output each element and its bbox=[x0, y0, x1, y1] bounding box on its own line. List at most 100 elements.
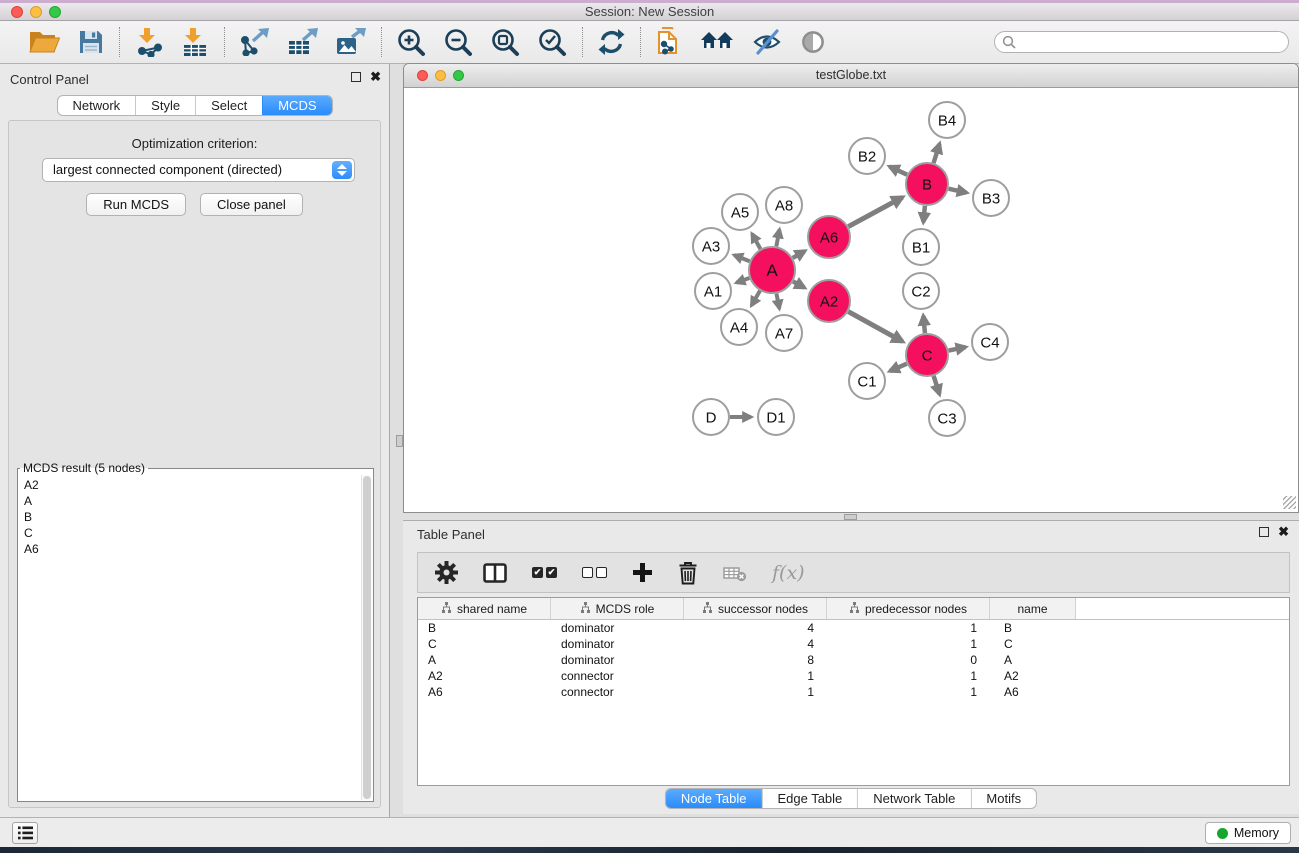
open-session-icon[interactable] bbox=[29, 29, 60, 55]
node-C3[interactable]: C3 bbox=[929, 400, 965, 436]
memory-button[interactable]: Memory bbox=[1205, 822, 1291, 844]
export-network-icon[interactable] bbox=[240, 28, 270, 56]
zoom-out-icon[interactable] bbox=[444, 28, 473, 57]
delete-table-icon[interactable] bbox=[723, 564, 747, 582]
criterion-select[interactable]: largest connected component (directed) bbox=[42, 158, 355, 182]
tab-select[interactable]: Select bbox=[195, 96, 262, 115]
edge-A-A1[interactable] bbox=[737, 278, 750, 283]
edge-C-C1[interactable] bbox=[890, 364, 907, 371]
node-C2[interactable]: C2 bbox=[903, 273, 939, 309]
first-neighbors-icon[interactable] bbox=[700, 31, 734, 54]
resize-grip[interactable] bbox=[1283, 496, 1296, 509]
node-D1[interactable]: D1 bbox=[758, 399, 794, 435]
refresh-icon[interactable] bbox=[598, 28, 625, 56]
search-input[interactable] bbox=[994, 31, 1289, 53]
node-B1[interactable]: B1 bbox=[903, 229, 939, 265]
node-A1[interactable]: A1 bbox=[695, 273, 731, 309]
close-panel-icon[interactable]: ✖ bbox=[370, 72, 381, 82]
table-tab-edge-table[interactable]: Edge Table bbox=[761, 789, 857, 808]
edge-B-B4[interactable] bbox=[934, 144, 940, 163]
node-A4[interactable]: A4 bbox=[721, 309, 757, 345]
save-session-icon[interactable] bbox=[78, 29, 104, 55]
import-network-icon[interactable] bbox=[135, 28, 163, 57]
tab-mcds[interactable]: MCDS bbox=[262, 96, 331, 115]
zoom-window-button[interactable] bbox=[49, 6, 61, 18]
close-window-button[interactable] bbox=[11, 6, 23, 18]
edge-B-B2[interactable] bbox=[890, 167, 907, 175]
edge-B-B1[interactable] bbox=[923, 206, 925, 222]
vertical-splitter-handle[interactable] bbox=[396, 435, 403, 447]
network-zoom-button[interactable] bbox=[453, 70, 464, 81]
delete-column-trash-icon[interactable] bbox=[678, 561, 698, 585]
table-row[interactable]: Bdominator41B bbox=[418, 620, 1289, 636]
node-A3[interactable]: A3 bbox=[693, 228, 729, 264]
node-B4[interactable]: B4 bbox=[929, 102, 965, 138]
mcds-result-list[interactable]: A2ABCA6 bbox=[19, 475, 361, 800]
edge-A-A3[interactable] bbox=[734, 255, 749, 261]
network-window-titlebar[interactable]: testGlobe.txt bbox=[404, 64, 1298, 88]
tab-style[interactable]: Style bbox=[135, 96, 195, 115]
deselect-all-icon[interactable] bbox=[582, 567, 607, 578]
table-tab-node-table[interactable]: Node Table bbox=[666, 789, 762, 808]
export-image-icon[interactable] bbox=[336, 28, 366, 56]
edge-A-A5[interactable] bbox=[752, 234, 760, 249]
network-canvas[interactable]: A A1 A3A5A8A6 A2 A4A7 B B2 B4 B3 B1 C C2 C1 C4 C3 D D1 bbox=[404, 88, 1298, 511]
edge-B-B3[interactable] bbox=[948, 189, 966, 193]
edge-A-A2[interactable] bbox=[793, 281, 804, 287]
new-network-from-selection-icon[interactable] bbox=[656, 27, 682, 58]
node-D[interactable]: D bbox=[693, 399, 729, 435]
table-row[interactable]: A2connector11A2 bbox=[418, 668, 1289, 684]
zoom-fit-icon[interactable] bbox=[491, 28, 520, 57]
node-A8[interactable]: A8 bbox=[766, 187, 802, 223]
mcds-list-scrollbar[interactable] bbox=[361, 475, 372, 800]
edge-A-A8[interactable] bbox=[776, 230, 779, 247]
node-B3[interactable]: B3 bbox=[973, 180, 1009, 216]
table-row[interactable]: A6connector11A6 bbox=[418, 684, 1289, 700]
show-columns-icon[interactable] bbox=[483, 563, 507, 583]
float-panel-icon[interactable] bbox=[351, 72, 361, 82]
float-table-panel-icon[interactable] bbox=[1259, 527, 1269, 537]
edge-A6-B[interactable] bbox=[848, 197, 902, 226]
task-history-button[interactable] bbox=[12, 822, 38, 844]
column-header-MCDS-role[interactable]: MCDS role bbox=[551, 598, 684, 619]
node-B2[interactable]: B2 bbox=[849, 138, 885, 174]
close-panel-button[interactable]: Close panel bbox=[200, 193, 303, 216]
table-tab-network-table[interactable]: Network Table bbox=[857, 789, 970, 808]
table-settings-gear-icon[interactable] bbox=[435, 561, 458, 584]
table-tab-motifs[interactable]: Motifs bbox=[970, 789, 1036, 808]
column-header-name[interactable]: name bbox=[990, 598, 1076, 619]
add-column-icon[interactable] bbox=[632, 562, 653, 583]
node-B[interactable]: B bbox=[906, 163, 948, 205]
zoom-in-icon[interactable] bbox=[397, 28, 426, 57]
close-table-panel-icon[interactable]: ✖ bbox=[1278, 527, 1289, 537]
table-row[interactable]: Adominator80A bbox=[418, 652, 1289, 668]
network-close-button[interactable] bbox=[417, 70, 428, 81]
column-header-shared-name[interactable]: shared name bbox=[418, 598, 551, 619]
node-A2[interactable]: A2 bbox=[808, 280, 850, 322]
zoom-selected-icon[interactable] bbox=[538, 28, 567, 57]
edge-A-A4[interactable] bbox=[752, 291, 760, 306]
node-C[interactable]: C bbox=[906, 334, 948, 376]
node-A[interactable]: A bbox=[749, 247, 795, 293]
run-mcds-button[interactable]: Run MCDS bbox=[86, 193, 186, 216]
node-A7[interactable]: A7 bbox=[766, 315, 802, 351]
node-A6[interactable]: A6 bbox=[808, 216, 850, 258]
tab-network[interactable]: Network bbox=[57, 96, 135, 115]
edge-A-A7[interactable] bbox=[776, 294, 779, 309]
show-hide-panels-icon[interactable] bbox=[800, 29, 826, 55]
network-minimize-button[interactable] bbox=[435, 70, 446, 81]
export-table-icon[interactable] bbox=[288, 28, 318, 56]
edge-A-A6[interactable] bbox=[793, 251, 805, 258]
node-C1[interactable]: C1 bbox=[849, 363, 885, 399]
hide-selected-icon[interactable] bbox=[752, 29, 782, 55]
edge-C-C2[interactable] bbox=[923, 316, 925, 333]
minimize-window-button[interactable] bbox=[30, 6, 42, 18]
node-C4[interactable]: C4 bbox=[972, 324, 1008, 360]
import-table-icon[interactable] bbox=[181, 28, 209, 57]
function-builder-icon[interactable]: f(x) bbox=[772, 562, 805, 584]
column-header-successor-nodes[interactable]: successor nodes bbox=[684, 598, 827, 619]
table-row[interactable]: Cdominator41C bbox=[418, 636, 1289, 652]
column-header-predecessor-nodes[interactable]: predecessor nodes bbox=[827, 598, 990, 619]
edge-C-C3[interactable] bbox=[934, 376, 940, 394]
node-A5[interactable]: A5 bbox=[722, 194, 758, 230]
